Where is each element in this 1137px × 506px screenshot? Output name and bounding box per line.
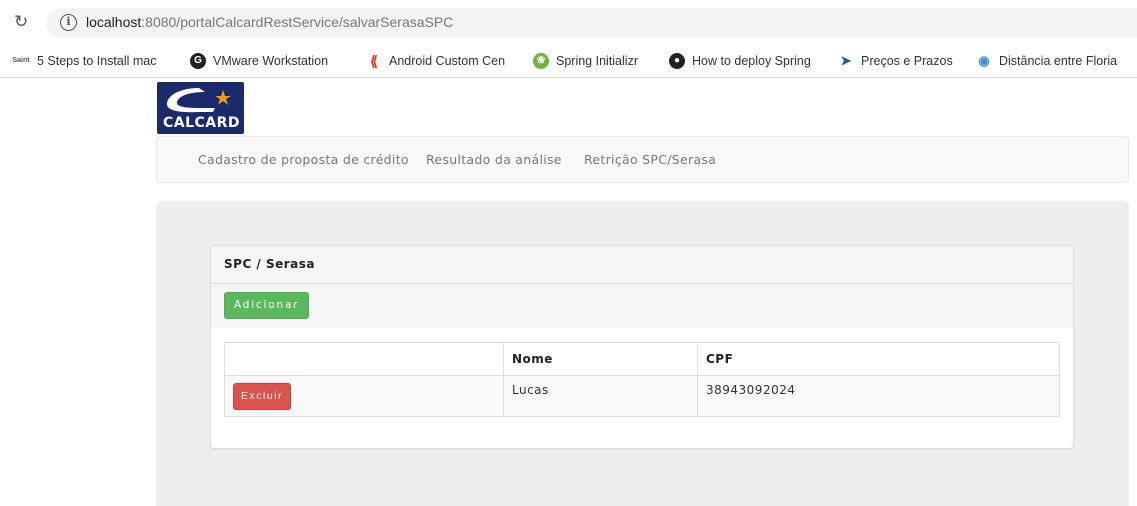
- panel-title: SPC / Serasa: [224, 257, 316, 271]
- reload-icon[interactable]: ↻: [14, 12, 28, 32]
- bookmark-spring[interactable]: ❀ Spring Initializr: [533, 53, 638, 69]
- bookmark-vmware[interactable]: G VMware Workstation: [190, 53, 328, 69]
- bookmark-label: 5 Steps to Install mac: [37, 54, 157, 68]
- bookmark-label: Preços e Prazos: [861, 54, 953, 68]
- correios-favicon-icon: ➤: [838, 53, 854, 69]
- bookmark-label: How to deploy Spring: [692, 54, 811, 68]
- url-path: :8080/portalCalcardRestService/salvarSer…: [141, 14, 454, 30]
- nav-item-restricao[interactable]: Retrição SPC/Serasa: [584, 152, 716, 167]
- nav-item-cadastro[interactable]: Cadastro de proposta de crédito: [198, 152, 409, 167]
- bookmark-android[interactable]: ⟪ Android Custom Cen: [366, 53, 505, 69]
- bookmark-install-mac[interactable]: Saint 5 Steps to Install mac: [12, 53, 157, 69]
- spc-serasa-panel: SPC / Serasa Adicionar Nome CPF Excluir …: [210, 245, 1074, 449]
- restrictions-table: Nome CPF Excluir Lucas 38943092024: [224, 342, 1060, 417]
- actions-column-header: [224, 342, 504, 376]
- nome-cell: Lucas: [503, 375, 698, 417]
- bookmark-precos[interactable]: ➤ Preços e Prazos: [838, 53, 953, 69]
- panel-heading: SPC / Serasa: [211, 246, 1073, 284]
- row-actions-cell: Excluir: [224, 375, 504, 417]
- spring-favicon-icon: ❀: [533, 53, 549, 69]
- bookmark-label: VMware Workstation: [213, 54, 329, 68]
- calcard-logo: CALCARD: [157, 82, 244, 134]
- saint-favicon-icon: Saint: [12, 53, 30, 69]
- cpf-cell: 38943092024: [697, 375, 1060, 417]
- nome-column-header: Nome: [503, 342, 698, 376]
- bookmarks-bar: Saint 5 Steps to Install mac G VMware Wo…: [0, 46, 1137, 78]
- url-host: localhost: [86, 14, 142, 30]
- panel-toolbar: Adicionar: [211, 284, 1073, 328]
- bookmark-label: Distância entre Floria: [999, 54, 1118, 68]
- bookmark-distancia[interactable]: ◉ Distância entre Floria: [976, 53, 1117, 69]
- bookmark-label: Spring Initializr: [556, 54, 638, 68]
- android-favicon-icon: ⟪: [366, 53, 382, 69]
- map-pin-favicon-icon: ◉: [976, 53, 992, 69]
- logo-text: CALCARD: [163, 115, 241, 131]
- google-favicon-icon: G: [190, 53, 206, 69]
- address-bar[interactable]: i localhost:8080/portalCalcardRestServic…: [46, 8, 1137, 38]
- nav-item-resultado[interactable]: Resultado da análise: [426, 152, 562, 167]
- main-navbar: Cadastro de proposta de crédito Resultad…: [156, 136, 1129, 183]
- bookmark-deploy-spring[interactable]: ● How to deploy Spring: [669, 53, 811, 69]
- cpf-column-header: CPF: [697, 342, 1060, 376]
- github-favicon-icon: ●: [669, 53, 685, 69]
- table-row: Excluir Lucas 38943092024: [224, 375, 1060, 417]
- table-header-row: Nome CPF: [224, 342, 1060, 376]
- url-text[interactable]: localhost:8080/portalCalcardRestService/…: [86, 14, 453, 30]
- info-icon[interactable]: i: [60, 14, 77, 31]
- browser-toolbar: ↻ i localhost:8080/portalCalcardRestServ…: [0, 0, 1137, 46]
- delete-button[interactable]: Excluir: [233, 383, 292, 410]
- bookmark-label: Android Custom Cen: [389, 54, 506, 68]
- add-button[interactable]: Adicionar: [224, 292, 310, 319]
